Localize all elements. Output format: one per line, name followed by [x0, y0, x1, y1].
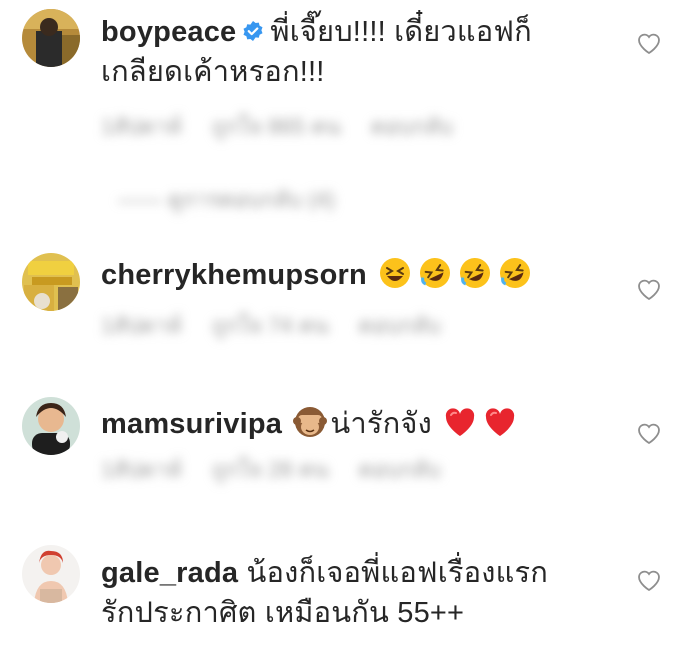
username[interactable]: cherrykhemupsorn	[101, 259, 367, 291]
red-heart-icon	[486, 408, 515, 437]
reply-link[interactable]: ตอบกลับ	[359, 457, 441, 482]
see-no-evil-monkey-icon	[293, 407, 328, 438]
like-heart-icon[interactable]	[636, 277, 662, 301]
grinning-squinting-face-icon	[380, 258, 411, 289]
comment-body-line1: น้องก็เจอพี่แอฟเรื่องแรก	[246, 557, 549, 589]
view-replies-link[interactable]: —— ดูการตอบกลับ (4)	[118, 186, 365, 214]
comment-body: น่ารักจัง	[330, 408, 432, 440]
avatar[interactable]	[22, 545, 80, 603]
comment-text: cherrykhemupsorn	[101, 255, 601, 296]
avatar-image	[22, 397, 80, 455]
comment-meta: 1สัปดาห์ ถูกใจ 865 คน ตอบกลับ	[101, 113, 483, 141]
comment-time: 1สัปดาห์	[101, 114, 182, 139]
rolling-on-floor-laughing-icon	[460, 258, 491, 289]
like-heart-icon[interactable]	[636, 31, 662, 55]
avatar[interactable]	[22, 9, 80, 67]
avatar-image	[22, 9, 80, 67]
rolling-on-floor-laughing-icon	[420, 258, 451, 289]
verified-badge-icon	[243, 21, 263, 42]
view-replies-label: —— ดูการตอบกลับ (4)	[118, 187, 336, 212]
reply-link[interactable]: ตอบกลับ	[371, 114, 453, 139]
comment-time: 1สัปดาห์	[101, 457, 182, 482]
comment-meta: 1สัปดาห์ ถูกใจ 28 คน ตอบกลับ	[101, 456, 471, 484]
comment-body-line2: เกลียดเค้าหรอก!!!	[101, 56, 325, 88]
comment-text: boypeace พี่เจี๊ยบ!!!! เดี๋ยวแอฟก็ เกลียด…	[101, 12, 601, 92]
comment-text: gale_rada น้องก็เจอพี่แอฟเรื่องแรก รักปร…	[101, 553, 601, 633]
comment-body-line1: พี่เจี๊ยบ!!!! เดี๋ยวแอฟก็	[270, 16, 532, 48]
username[interactable]: gale_rada	[101, 557, 238, 589]
avatar-image	[22, 253, 80, 311]
avatar-image	[22, 545, 80, 603]
comment-text: mamsurivipa น่ารักจัง	[101, 404, 601, 445]
reply-link[interactable]: ตอบกลับ	[359, 313, 441, 338]
comment-body-line2: รักประกาศิต เหมือนกัน 55++	[101, 597, 465, 629]
username[interactable]: mamsurivipa	[101, 408, 282, 440]
avatar[interactable]	[22, 253, 80, 311]
red-heart-icon	[446, 408, 475, 437]
username[interactable]: boypeace	[101, 16, 236, 48]
avatar[interactable]	[22, 397, 80, 455]
comment-likes[interactable]: ถูกใจ 74 คน	[212, 313, 329, 338]
like-heart-icon[interactable]	[636, 421, 662, 445]
rolling-on-floor-laughing-icon	[500, 258, 531, 289]
comment-time: 1สัปดาห์	[101, 313, 182, 338]
like-heart-icon[interactable]	[636, 568, 662, 592]
comment-meta: 1สัปดาห์ ถูกใจ 74 คน ตอบกลับ	[101, 312, 471, 340]
comment-likes[interactable]: ถูกใจ 865 คน	[212, 114, 341, 139]
comment-likes[interactable]: ถูกใจ 28 คน	[212, 457, 329, 482]
